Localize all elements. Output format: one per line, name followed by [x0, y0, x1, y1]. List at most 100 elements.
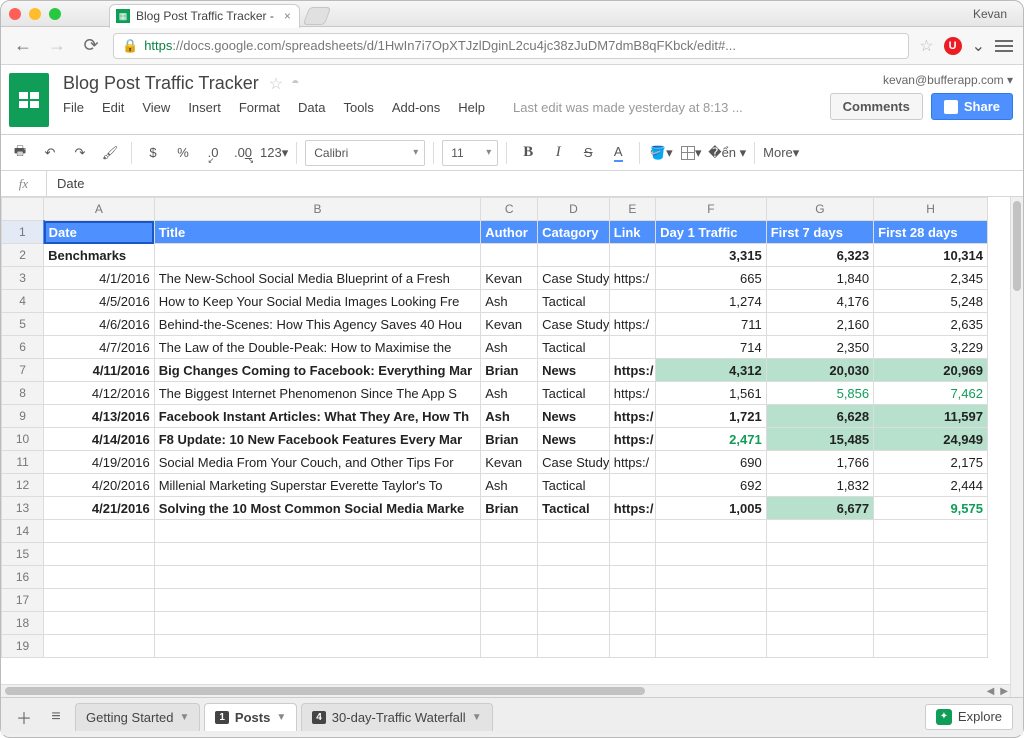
address-bar[interactable]: 🔒 https://docs.google.com/spreadsheets/d… — [113, 33, 909, 59]
cell[interactable] — [609, 474, 655, 497]
menu-help[interactable]: Help — [458, 100, 485, 115]
browser-menu-icon[interactable] — [995, 40, 1013, 52]
cell[interactable] — [154, 520, 481, 543]
cell[interactable]: https:/ — [609, 405, 655, 428]
cell[interactable]: 711 — [656, 313, 767, 336]
cell[interactable]: 20,030 — [766, 359, 873, 382]
cell[interactable] — [154, 566, 481, 589]
move-to-drive-icon[interactable]: ◓ — [291, 74, 299, 94]
cell[interactable] — [609, 589, 655, 612]
cell[interactable]: https:/ — [609, 313, 655, 336]
cell[interactable] — [44, 589, 155, 612]
bookmark-icon[interactable]: ☆ — [919, 36, 933, 56]
cell[interactable]: Tactical — [538, 497, 610, 520]
cell[interactable] — [874, 589, 988, 612]
row-header[interactable]: 5 — [2, 313, 44, 336]
cell[interactable]: 714 — [656, 336, 767, 359]
all-sheets-button[interactable]: ≡ — [43, 704, 69, 730]
more-formats-button[interactable]: 123 ▾ — [260, 140, 288, 166]
cell[interactable] — [538, 520, 610, 543]
menu-edit[interactable]: Edit — [102, 100, 124, 115]
more-toolbar-button[interactable]: More ▾ — [763, 140, 799, 166]
cell[interactable]: News — [538, 359, 610, 382]
cell[interactable] — [609, 612, 655, 635]
cell[interactable]: 4/21/2016 — [44, 497, 155, 520]
cell[interactable]: https:/ — [609, 497, 655, 520]
cell[interactable]: 665 — [656, 267, 767, 290]
cell[interactable]: 5,856 — [766, 382, 873, 405]
header-cell[interactable]: Date — [44, 221, 155, 244]
cell[interactable]: https:/ — [609, 359, 655, 382]
cell[interactable]: Brian — [481, 497, 538, 520]
cell[interactable] — [656, 543, 767, 566]
cell[interactable]: 11,597 — [874, 405, 988, 428]
column-header-B[interactable]: B — [154, 198, 481, 221]
browser-tab[interactable]: ▦ Blog Post Traffic Tracker - × — [109, 4, 300, 28]
cell[interactable]: Ash — [481, 405, 538, 428]
cell[interactable]: 10,314 — [874, 244, 988, 267]
cell[interactable]: Tactical — [538, 382, 610, 405]
column-header-C[interactable]: C — [481, 198, 538, 221]
header-cell[interactable]: First 28 days — [874, 221, 988, 244]
cell[interactable]: Millenial Marketing Superstar Everette T… — [154, 474, 481, 497]
column-header-H[interactable]: H — [874, 198, 988, 221]
cell[interactable]: 1,840 — [766, 267, 873, 290]
cell[interactable]: 5,248 — [874, 290, 988, 313]
cell[interactable] — [656, 589, 767, 612]
close-tab-icon[interactable]: × — [284, 9, 291, 23]
cell[interactable]: 1,274 — [656, 290, 767, 313]
cell[interactable]: The Law of the Double-Peak: How to Maxim… — [154, 336, 481, 359]
menu-view[interactable]: View — [142, 100, 170, 115]
font-size-select[interactable]: 11 — [442, 140, 498, 166]
cell[interactable] — [44, 635, 155, 658]
extension-ublock-icon[interactable]: U — [944, 37, 962, 55]
menu-add-ons[interactable]: Add-ons — [392, 100, 440, 115]
italic-button[interactable]: I — [545, 140, 571, 166]
cell[interactable]: Social Media From Your Couch, and Other … — [154, 451, 481, 474]
cell[interactable]: 2,175 — [874, 451, 988, 474]
cell[interactable]: 4/19/2016 — [44, 451, 155, 474]
cell[interactable] — [609, 520, 655, 543]
cell[interactable]: 4/7/2016 — [44, 336, 155, 359]
cell[interactable] — [766, 612, 873, 635]
formula-bar[interactable]: fx Date — [1, 171, 1023, 197]
tab-menu-icon[interactable]: ▼ — [276, 712, 286, 723]
cell[interactable] — [656, 612, 767, 635]
cell[interactable]: The Biggest Internet Phenomenon Since Th… — [154, 382, 481, 405]
row-header[interactable]: 17 — [2, 589, 44, 612]
row-header[interactable]: 18 — [2, 612, 44, 635]
row-header[interactable]: 13 — [2, 497, 44, 520]
sheet-tab[interactable]: 430-day-Traffic Waterfall▼ — [301, 703, 492, 731]
text-color-button[interactable]: A — [605, 140, 631, 166]
cell[interactable]: 692 — [656, 474, 767, 497]
paint-format-icon[interactable]: 🖌 — [97, 140, 123, 166]
cell[interactable]: Solving the 10 Most Common Social Media … — [154, 497, 481, 520]
cell[interactable]: 2,160 — [766, 313, 873, 336]
cell[interactable] — [874, 635, 988, 658]
column-header-A[interactable]: A — [44, 198, 155, 221]
cell[interactable] — [766, 520, 873, 543]
spreadsheet-grid[interactable]: ABCDEFGH 1DateTitleAuthorCatagoryLinkDay… — [1, 197, 1023, 697]
cell[interactable] — [154, 244, 481, 267]
font-select[interactable]: Calibri — [305, 140, 425, 166]
cell[interactable]: 4/20/2016 — [44, 474, 155, 497]
header-cell[interactable]: Link — [609, 221, 655, 244]
cell[interactable] — [874, 566, 988, 589]
cell[interactable] — [766, 635, 873, 658]
cell[interactable]: 1,005 — [656, 497, 767, 520]
account-email[interactable]: kevan@bufferapp.com ▾ — [830, 73, 1013, 87]
cell[interactable]: Big Changes Coming to Facebook: Everythi… — [154, 359, 481, 382]
cell[interactable]: 4/14/2016 — [44, 428, 155, 451]
cell[interactable]: News — [538, 405, 610, 428]
cell[interactable] — [538, 589, 610, 612]
cell[interactable] — [874, 543, 988, 566]
cell[interactable]: Tactical — [538, 290, 610, 313]
cell[interactable] — [538, 612, 610, 635]
cell[interactable]: 4/13/2016 — [44, 405, 155, 428]
fill-color-button[interactable]: 🪣 ▾ — [648, 140, 674, 166]
document-title[interactable]: Blog Post Traffic Tracker — [63, 73, 259, 94]
menu-file[interactable]: File — [63, 100, 84, 115]
cell[interactable]: Facebook Instant Articles: What They Are… — [154, 405, 481, 428]
new-tab-button[interactable] — [303, 7, 332, 25]
cell[interactable] — [44, 612, 155, 635]
